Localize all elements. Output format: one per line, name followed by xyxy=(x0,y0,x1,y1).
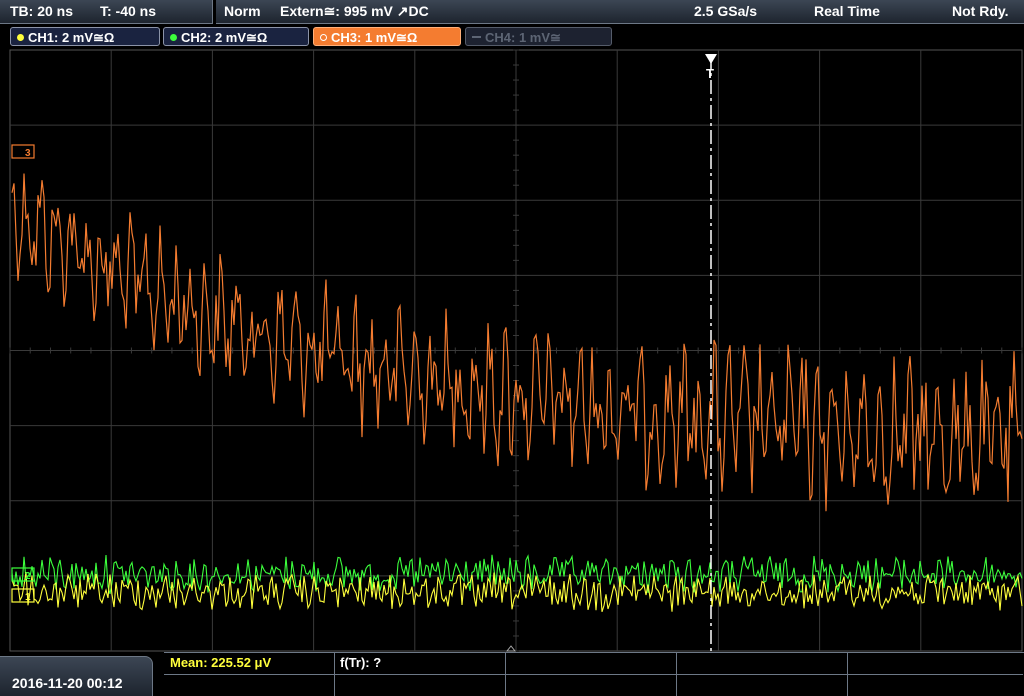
frequency-trigger-measurement[interactable]: f(Tr): ? xyxy=(340,655,381,670)
run-state[interactable]: Not Rdy. xyxy=(952,3,1009,19)
trigger-time-value[interactable]: T: -40 ns xyxy=(100,3,156,19)
channel-4-off-icon xyxy=(472,36,481,38)
timebase-panel[interactable]: TB: 20 ns T: -40 ns xyxy=(0,0,213,24)
channel-2-button[interactable]: CH2: 2 mV≅Ω xyxy=(163,27,309,46)
channel-3-button[interactable]: CH3: 1 mV≅Ω xyxy=(313,27,461,46)
channel-2-dot-icon xyxy=(170,34,177,41)
measurement-cell-9[interactable] xyxy=(677,675,848,696)
acquisition-panel: Norm Extern≅: 995 mV ↗DC 2.5 GSa/s Real … xyxy=(216,0,1024,24)
channel-1-button[interactable]: CH1: 2 mV≅Ω xyxy=(10,27,160,46)
channel-bar: CH1: 2 mV≅Ω CH2: 2 mV≅Ω CH3: 1 mV≅Ω CH4:… xyxy=(0,25,1024,49)
sample-rate[interactable]: 2.5 GSa/s xyxy=(694,3,757,19)
trigger-mode[interactable]: Norm xyxy=(224,3,261,19)
datetime-panel: 2016-11-20 00:12 xyxy=(0,656,153,696)
trigger-label: T xyxy=(706,66,714,81)
channel-2-label: CH2: 2 mV≅Ω xyxy=(181,30,268,45)
measurement-cell-4[interactable] xyxy=(677,653,848,675)
channel-1-dot-icon xyxy=(17,34,24,41)
channel-3-marker-label: 3 xyxy=(25,148,31,159)
channel-1-label: CH1: 2 mV≅Ω xyxy=(28,30,115,45)
measurement-cell-6[interactable] xyxy=(164,675,335,696)
status-bar: TB: 20 ns T: -40 ns Norm Extern≅: 995 mV… xyxy=(0,0,1024,24)
waveform-display[interactable]: T 3 2 1 xyxy=(0,49,1024,652)
channel-1-marker-label: 1 xyxy=(25,592,31,603)
trigger-source[interactable]: Extern≅: 995 mV ↗DC xyxy=(280,3,429,20)
mean-measurement[interactable]: Mean: 225.52 μV xyxy=(170,655,271,670)
measurement-cell-5[interactable] xyxy=(848,653,1023,675)
channel-3-dot-icon xyxy=(320,34,327,41)
measurement-cell-3[interactable] xyxy=(506,653,677,675)
channel-3-label: CH3: 1 mV≅Ω xyxy=(331,30,418,45)
datetime-value: 2016-11-20 00:12 xyxy=(12,675,123,691)
measurement-panel: Mean: 225.52 μV f(Tr): ? xyxy=(164,652,1024,696)
channel-4-button[interactable]: CH4: 1 mV≅ xyxy=(465,27,612,46)
acquisition-mode[interactable]: Real Time xyxy=(814,3,880,19)
channel-4-label: CH4: 1 mV≅ xyxy=(485,30,561,45)
measurement-cell-7[interactable] xyxy=(335,675,506,696)
measurement-cell-8[interactable] xyxy=(506,675,677,696)
timebase-value[interactable]: TB: 20 ns xyxy=(10,3,73,19)
channel-2-marker-label: 2 xyxy=(25,571,31,582)
